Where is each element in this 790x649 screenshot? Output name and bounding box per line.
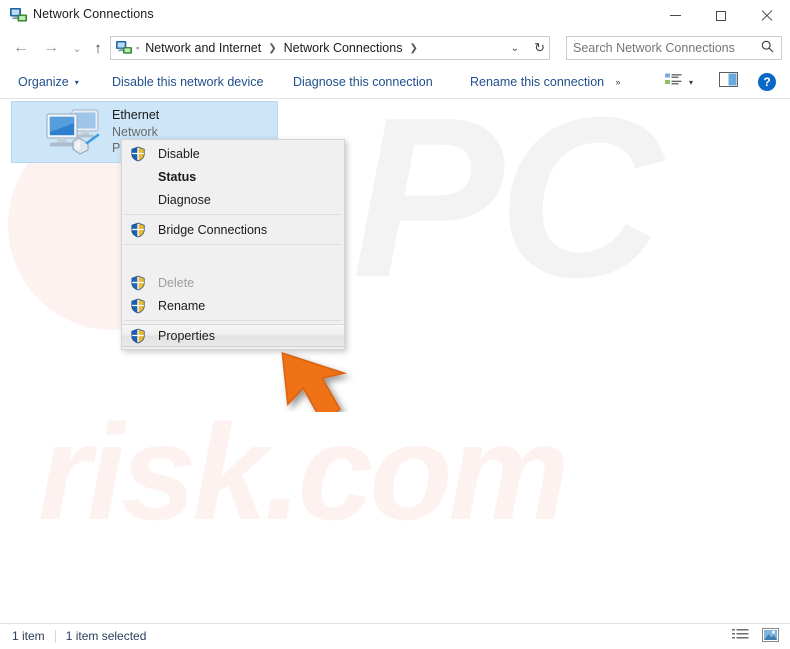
- rename-connection-label: Rename this connection: [470, 75, 605, 89]
- shield-icon: [130, 328, 146, 344]
- list-item-network: Network: [112, 124, 158, 139]
- disable-network-device-button[interactable]: Disable this network device: [104, 66, 271, 98]
- menu-item-status[interactable]: Status: [122, 165, 344, 188]
- toolbar-overflow-button[interactable]: »: [605, 66, 631, 98]
- forward-icon: →: [43, 39, 59, 56]
- disable-network-device-label: Disable this network device: [112, 75, 264, 89]
- preview-pane-icon: [718, 72, 738, 92]
- overflow-icon: »: [615, 77, 621, 87]
- address-network-icon: [116, 41, 132, 55]
- change-view-icon: [664, 72, 683, 93]
- window-title: Network Connections: [33, 7, 154, 21]
- shield-icon: [130, 222, 146, 238]
- preview-pane-button[interactable]: [714, 70, 742, 94]
- menu-item-rename[interactable]: Rename: [122, 294, 344, 317]
- menu-item-delete: Delete: [122, 271, 344, 294]
- maximize-icon: [716, 10, 726, 21]
- shield-icon: [130, 146, 146, 162]
- ethernet-adapter-icon: [42, 105, 104, 159]
- diagnose-connection-button[interactable]: Diagnose this connection: [285, 66, 441, 98]
- menu-item-create-shortcut[interactable]: [122, 248, 344, 271]
- list-item-name: Ethernet: [112, 107, 160, 122]
- menu-separator: [124, 320, 342, 321]
- menu-item-bridge-connections[interactable]: Bridge Connections: [122, 218, 344, 241]
- minimize-icon: [669, 14, 681, 16]
- status-item-count: 1 item: [12, 629, 45, 643]
- breadcrumb-root-separator: ▪: [136, 43, 140, 53]
- menu-item-label: Status: [158, 169, 197, 184]
- menu-item-label: Rename: [158, 298, 206, 313]
- status-text-group: 1 item 1 item selected: [12, 629, 146, 643]
- menu-item-diagnose[interactable]: Diagnose: [122, 188, 344, 211]
- network-connections-icon: [10, 8, 27, 23]
- refresh-button[interactable]: ↻: [534, 37, 545, 59]
- connections-list: Ethernet Network Pa: [0, 99, 790, 626]
- status-bar: 1 item 1 item selected: [0, 623, 790, 649]
- menu-item-label: Diagnose: [158, 192, 211, 207]
- menu-separator: [124, 214, 342, 215]
- search-input[interactable]: Search Network Connections: [573, 41, 761, 55]
- status-selection: 1 item selected: [65, 629, 147, 643]
- breadcrumb-network-and-internet[interactable]: Network and Internet: [144, 41, 262, 55]
- help-button[interactable]: ?: [754, 70, 780, 94]
- breadcrumb-network-connections[interactable]: Network Connections: [283, 41, 404, 55]
- menu-item-label: Properties: [158, 328, 215, 343]
- forward-button[interactable]: →: [38, 35, 64, 61]
- breadcrumb-arrow-2[interactable]: ❯: [409, 43, 417, 54]
- large-icons-view-button[interactable]: [760, 627, 780, 647]
- chevron-down-icon: ▾: [74, 77, 79, 87]
- title-bar: Network Connections: [0, 0, 790, 31]
- details-view-button[interactable]: [730, 628, 750, 646]
- network-connections-window: PC risk.com Network Connections ← → ⌄ ↑ …: [0, 0, 790, 649]
- back-icon: ←: [13, 39, 29, 56]
- organize-button[interactable]: Organize ▾: [10, 66, 87, 98]
- maximize-button[interactable]: [698, 0, 744, 31]
- menu-item-label: Delete: [158, 275, 195, 290]
- menu-item-properties[interactable]: Properties: [122, 324, 344, 347]
- shield-icon: [130, 275, 146, 291]
- up-button[interactable]: ↑: [85, 35, 111, 61]
- diagnose-connection-label: Diagnose this connection: [293, 75, 433, 89]
- command-bar: Organize ▾ Disable this network device D…: [0, 66, 790, 99]
- menu-separator: [124, 244, 342, 245]
- chevron-down-icon: ▾: [688, 77, 693, 87]
- close-button[interactable]: [744, 0, 790, 31]
- context-menu: Disable Status Diagnose Bridge Connectio…: [121, 139, 345, 350]
- rename-connection-button[interactable]: Rename this connection: [462, 66, 612, 98]
- search-icon: [761, 40, 774, 56]
- minimize-button[interactable]: [652, 0, 698, 31]
- large-icons-view-icon: [761, 627, 779, 647]
- breadcrumb-arrow-1[interactable]: ❯: [268, 43, 276, 54]
- close-icon: [761, 10, 773, 22]
- status-divider: [54, 629, 56, 643]
- back-button[interactable]: ←: [8, 35, 34, 61]
- details-view-icon: [731, 628, 749, 647]
- menu-item-disable[interactable]: Disable: [122, 142, 344, 165]
- organize-label: Organize: [18, 75, 69, 89]
- address-dropdown-button[interactable]: ⌄: [507, 37, 523, 59]
- address-bar-row: ← → ⌄ ↑ ▪ Network and Internet ❯ Network…: [0, 31, 790, 66]
- help-icon: ?: [758, 73, 776, 91]
- menu-item-label: Bridge Connections: [158, 222, 268, 237]
- chevron-down-icon: ⌄: [72, 42, 82, 55]
- change-view-button[interactable]: ▾: [662, 70, 696, 94]
- menu-item-label: Disable: [158, 146, 200, 161]
- search-box[interactable]: Search Network Connections: [566, 36, 782, 60]
- arrow-up-icon: ↑: [94, 39, 102, 57]
- shield-icon: [130, 298, 146, 314]
- address-bar[interactable]: ▪ Network and Internet ❯ Network Connect…: [110, 36, 550, 60]
